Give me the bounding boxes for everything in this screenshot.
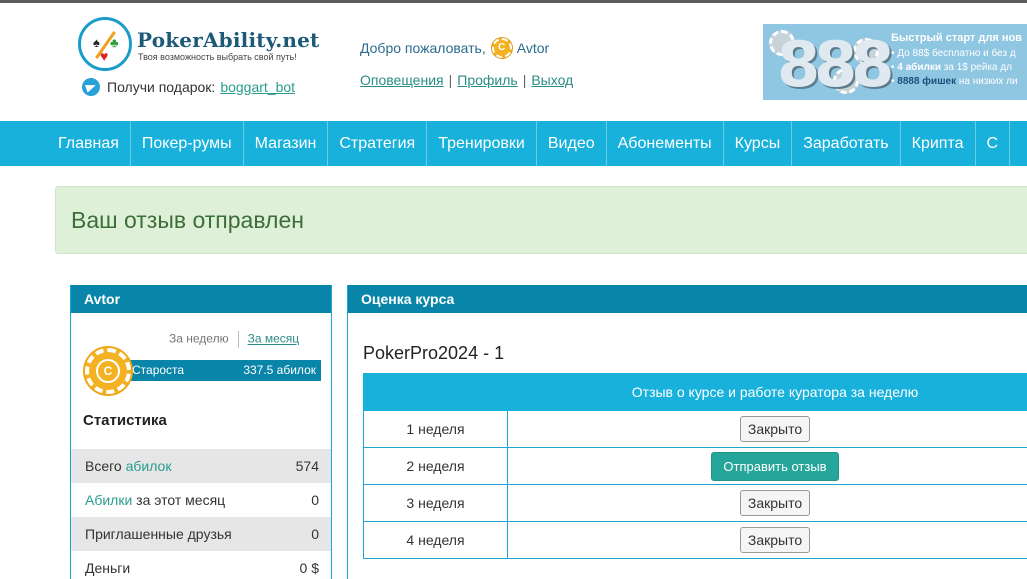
stat-value: 0 $	[299, 560, 319, 576]
nav-subscriptions[interactable]: Абонементы	[607, 121, 724, 166]
logo-name: PokerAbility.net	[137, 28, 320, 52]
week-label: 3 неделя	[363, 484, 508, 522]
stat-row-friends: Приглашенные друзья 0	[71, 517, 331, 551]
stat-row-total: Всего абилок 574	[71, 449, 331, 483]
main-nav: Главная Покер-румы Магазин Стратегия Тре…	[0, 121, 1027, 166]
table-header-row: Отзыв о курсе и работе куратора за недел…	[363, 373, 1027, 411]
banner-line-3: • 8888 фишек на низких ли	[891, 76, 1018, 87]
period-switch: За неделю За месяц	[169, 331, 299, 348]
user-links: Оповещения | Профиль | Выход	[360, 72, 574, 88]
table-row: 4 неделя Закрыто	[363, 521, 1027, 559]
success-alert: Ваш отзыв отправлен	[55, 186, 1027, 254]
panel-title-user: Avtor	[71, 285, 331, 313]
user-stats-panel: Avtor За неделю За месяц Староста 337.5 а…	[70, 285, 332, 579]
nav-video[interactable]: Видео	[537, 121, 607, 166]
telegram-icon	[82, 78, 100, 96]
table-row: 3 неделя Закрыто	[363, 484, 1027, 522]
week-label: 2 неделя	[363, 447, 508, 485]
stats-title: Статистика	[83, 412, 167, 429]
banner-title: Быстрый старт для нов	[891, 32, 1022, 44]
welcome-text: Добро пожаловать,	[360, 40, 486, 56]
gift-label: Получи подарок:	[107, 79, 216, 95]
closed-button[interactable]: Закрыто	[739, 416, 811, 442]
banner-line-2: • 4 абилки за 1$ рейка дл	[891, 62, 1012, 73]
closed-button[interactable]: Закрыто	[739, 490, 811, 516]
send-review-button[interactable]: Отправить отзыв	[711, 451, 839, 481]
header-review: Отзыв о курсе и работе куратора за недел…	[507, 373, 1027, 411]
nav-poker-rooms[interactable]: Покер-румы	[131, 121, 244, 166]
nav-strategy[interactable]: Стратегия	[328, 121, 428, 166]
panel-title-rating: Оценка курса	[348, 285, 1027, 313]
nav-shop[interactable]: Магазин	[244, 121, 329, 166]
nav-home[interactable]: Главная	[47, 121, 131, 166]
site-logo[interactable]: ♠ ♣ ♥ PokerAbility.net Твоя возможность …	[78, 17, 320, 73]
week-label: 1 неделя	[363, 410, 508, 448]
rank-bar: Староста 337.5 абилок	[113, 360, 321, 381]
table-row: 2 неделя Отправить отзыв	[363, 447, 1027, 485]
rank-value: 337.5 абилок	[243, 363, 316, 377]
nav-earn[interactable]: Заработать	[792, 121, 901, 166]
gift-line: Получи подарок: boggart_bot	[82, 78, 295, 96]
banner-digits: 888	[777, 28, 894, 100]
course-rating-panel: Оценка курса PokerPro2024 - 1 Отзыв о ку…	[347, 285, 1027, 579]
logo-emblem-icon: ♠ ♣ ♥	[78, 17, 132, 71]
logout-link[interactable]: Выход	[531, 72, 573, 88]
period-month[interactable]: За месяц	[248, 332, 300, 346]
weeks-table: Отзыв о курсе и работе куратора за недел…	[363, 373, 1027, 559]
welcome-line: Добро пожаловать, C Avtor	[360, 38, 549, 58]
nav-courses[interactable]: Курсы	[724, 121, 793, 166]
stat-row-money: Деньги 0 $	[71, 551, 331, 579]
period-week[interactable]: За неделю	[169, 332, 229, 346]
nav-more[interactable]: С	[976, 121, 1011, 166]
rank-coin-icon: C	[85, 348, 131, 394]
rank-name: Староста	[132, 363, 185, 377]
course-name: PokerPro2024 - 1	[363, 343, 505, 363]
banner-line-1: • До 88$ бесплатно и без д	[891, 48, 1016, 59]
abilki-month-link[interactable]: Абилки	[85, 492, 132, 508]
username[interactable]: Avtor	[517, 40, 549, 56]
nav-trainings[interactable]: Тренировки	[427, 121, 537, 166]
header-week	[363, 373, 508, 411]
promo-banner[interactable]: 888 Быстрый старт для нов • До 88$ беспл…	[763, 24, 1027, 100]
stat-value: 0	[311, 492, 319, 508]
table-row: 1 неделя Закрыто	[363, 410, 1027, 448]
alert-text: Ваш отзыв отправлен	[71, 207, 304, 233]
stat-row-month: Абилки за этот месяц 0	[71, 483, 331, 517]
notifications-link[interactable]: Оповещения	[360, 72, 444, 88]
abilki-link[interactable]: абилок	[126, 458, 172, 474]
coin-icon: C	[491, 38, 512, 58]
closed-button[interactable]: Закрыто	[739, 527, 811, 553]
top-border	[0, 0, 1027, 3]
gift-bot-link[interactable]: boggart_bot	[220, 79, 295, 95]
stat-value: 574	[295, 458, 319, 474]
stat-value: 0	[311, 526, 319, 542]
week-label: 4 неделя	[363, 521, 508, 559]
profile-link[interactable]: Профиль	[457, 72, 517, 88]
nav-crypto[interactable]: Крипта	[901, 121, 976, 166]
logo-tagline: Твоя возможность выбрать свой путь!	[138, 52, 297, 62]
